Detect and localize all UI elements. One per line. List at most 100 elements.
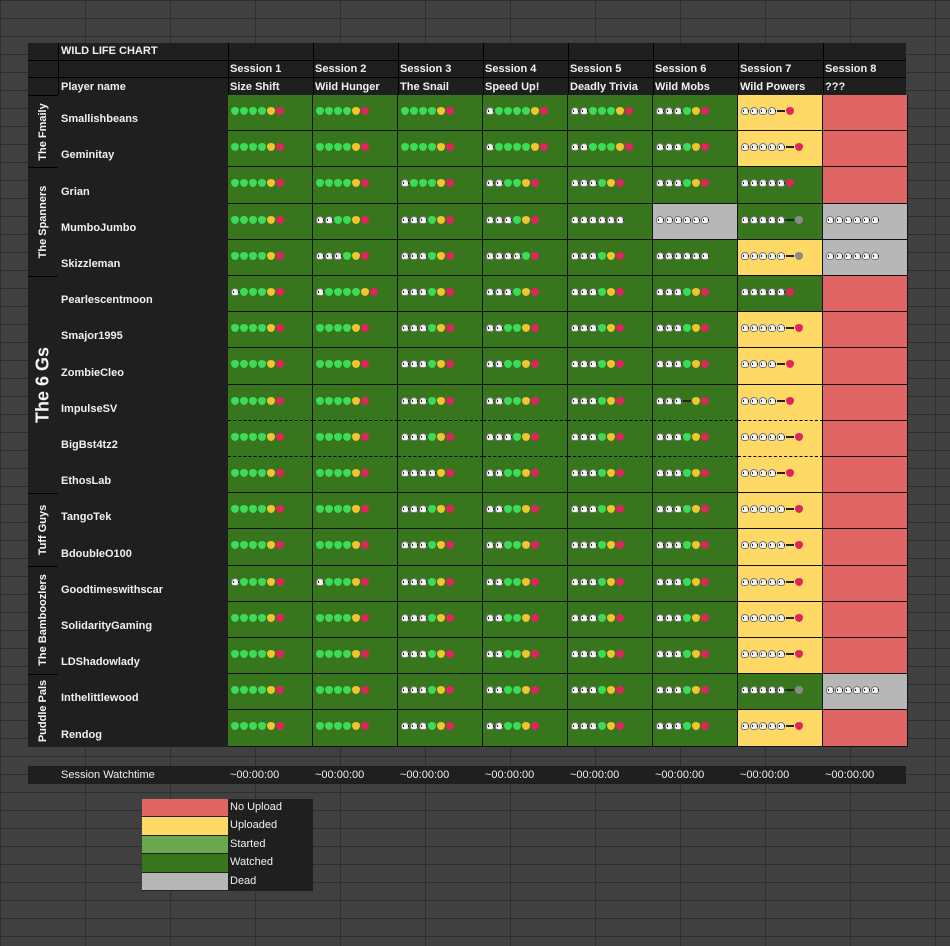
status-cell[interactable] (568, 348, 653, 385)
status-cell[interactable] (483, 529, 568, 566)
status-cell[interactable] (398, 95, 483, 132)
status-cell[interactable] (313, 312, 398, 349)
status-cell[interactable] (398, 710, 483, 747)
status-cell[interactable] (653, 167, 738, 204)
status-cell[interactable] (738, 203, 823, 240)
status-cell[interactable] (738, 384, 823, 421)
status-cell[interactable] (568, 638, 653, 675)
status-cell[interactable] (483, 420, 568, 457)
status-cell[interactable] (738, 493, 823, 530)
status-cell[interactable] (313, 167, 398, 204)
status-cell[interactable] (823, 239, 908, 276)
status-cell[interactable] (653, 276, 738, 313)
status-cell[interactable] (398, 131, 483, 168)
status-cell[interactable] (823, 710, 908, 747)
status-cell[interactable] (568, 131, 653, 168)
status-cell[interactable] (823, 312, 908, 349)
status-cell[interactable] (568, 710, 653, 747)
status-cell[interactable] (823, 348, 908, 385)
status-cell[interactable] (738, 348, 823, 385)
status-cell[interactable] (823, 384, 908, 421)
status-cell[interactable] (738, 312, 823, 349)
status-cell[interactable] (653, 384, 738, 421)
status-cell[interactable] (398, 312, 483, 349)
status-cell[interactable] (228, 565, 313, 602)
status-cell[interactable] (483, 674, 568, 711)
status-cell[interactable] (738, 674, 823, 711)
status-cell[interactable] (228, 457, 313, 494)
status-cell[interactable] (823, 457, 908, 494)
status-cell[interactable] (823, 638, 908, 675)
status-cell[interactable] (313, 95, 398, 132)
status-cell[interactable] (483, 710, 568, 747)
status-cell[interactable] (313, 203, 398, 240)
status-cell[interactable] (823, 95, 908, 132)
status-cell[interactable] (313, 239, 398, 276)
status-cell[interactable] (228, 638, 313, 675)
status-cell[interactable] (228, 674, 313, 711)
status-cell[interactable] (483, 384, 568, 421)
status-cell[interactable] (228, 420, 313, 457)
status-cell[interactable] (228, 601, 313, 638)
status-cell[interactable] (313, 638, 398, 675)
status-cell[interactable] (313, 348, 398, 385)
status-cell[interactable] (568, 529, 653, 566)
status-cell[interactable] (653, 348, 738, 385)
status-cell[interactable] (483, 348, 568, 385)
status-cell[interactable] (823, 601, 908, 638)
status-cell[interactable] (313, 529, 398, 566)
status-cell[interactable] (738, 565, 823, 602)
status-cell[interactable] (568, 493, 653, 530)
status-cell[interactable] (653, 710, 738, 747)
status-cell[interactable] (738, 95, 823, 132)
status-cell[interactable] (398, 420, 483, 457)
status-cell[interactable] (653, 493, 738, 530)
status-cell[interactable] (738, 131, 823, 168)
status-cell[interactable] (568, 276, 653, 313)
status-cell[interactable] (568, 457, 653, 494)
status-cell[interactable] (823, 529, 908, 566)
status-cell[interactable] (313, 674, 398, 711)
status-cell[interactable] (398, 457, 483, 494)
status-cell[interactable] (738, 529, 823, 566)
status-cell[interactable] (398, 493, 483, 530)
status-cell[interactable] (653, 239, 738, 276)
status-cell[interactable] (568, 565, 653, 602)
status-cell[interactable] (653, 529, 738, 566)
status-cell[interactable] (483, 493, 568, 530)
status-cell[interactable] (568, 167, 653, 204)
status-cell[interactable] (483, 167, 568, 204)
status-cell[interactable] (653, 601, 738, 638)
status-cell[interactable] (653, 203, 738, 240)
status-cell[interactable] (653, 674, 738, 711)
status-cell[interactable] (653, 131, 738, 168)
status-cell[interactable] (568, 420, 653, 457)
status-cell[interactable] (313, 457, 398, 494)
status-cell[interactable] (228, 167, 313, 204)
status-cell[interactable] (653, 565, 738, 602)
status-cell[interactable] (483, 312, 568, 349)
status-cell[interactable] (483, 457, 568, 494)
status-cell[interactable] (398, 167, 483, 204)
status-cell[interactable] (398, 276, 483, 313)
status-cell[interactable] (313, 420, 398, 457)
status-cell[interactable] (398, 348, 483, 385)
status-cell[interactable] (313, 565, 398, 602)
status-cell[interactable] (228, 276, 313, 313)
status-cell[interactable] (653, 638, 738, 675)
status-cell[interactable] (568, 674, 653, 711)
status-cell[interactable] (483, 276, 568, 313)
status-cell[interactable] (313, 384, 398, 421)
status-cell[interactable] (228, 710, 313, 747)
status-cell[interactable] (398, 529, 483, 566)
status-cell[interactable] (398, 674, 483, 711)
status-cell[interactable] (823, 167, 908, 204)
status-cell[interactable] (313, 601, 398, 638)
status-cell[interactable] (228, 384, 313, 421)
status-cell[interactable] (568, 601, 653, 638)
status-cell[interactable] (228, 239, 313, 276)
status-cell[interactable] (738, 457, 823, 494)
status-cell[interactable] (568, 384, 653, 421)
status-cell[interactable] (738, 638, 823, 675)
status-cell[interactable] (228, 95, 313, 132)
